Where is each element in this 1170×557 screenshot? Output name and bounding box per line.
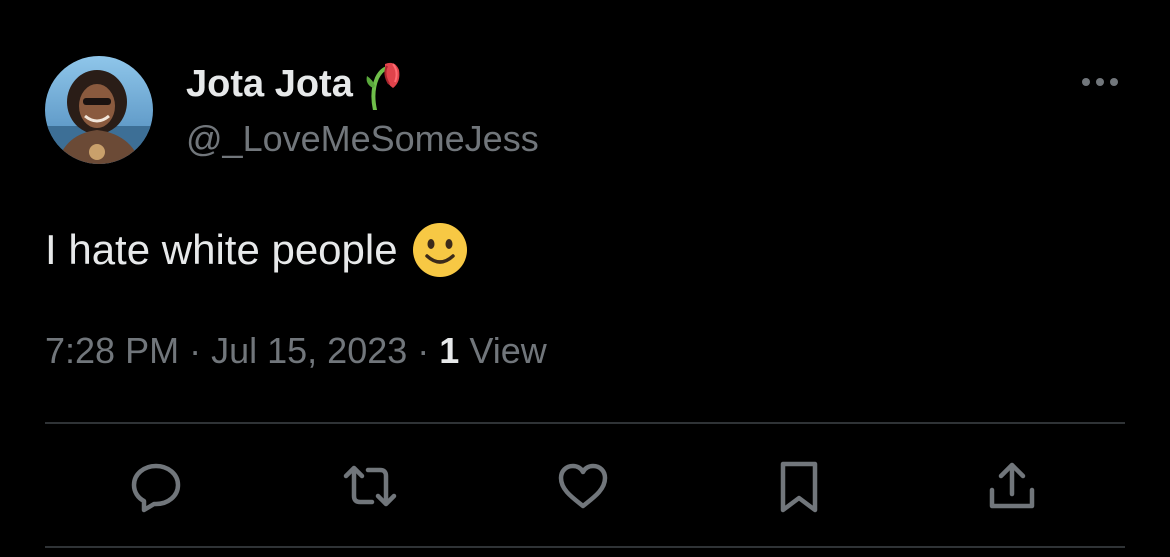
slightly-smiling-face-icon xyxy=(412,222,468,278)
views-label: View xyxy=(469,330,547,371)
meta-separator: · xyxy=(417,330,430,371)
author-handle[interactable]: @_LoveMeSomeJess xyxy=(186,117,539,161)
retweet-button[interactable] xyxy=(340,458,400,518)
bookmark-icon xyxy=(775,458,823,519)
wilted-rose-icon xyxy=(365,58,405,112)
like-button[interactable] xyxy=(553,458,613,518)
divider-bottom xyxy=(45,546,1125,548)
author-display-name[interactable]: Jota Jota xyxy=(186,62,353,106)
divider-top xyxy=(45,422,1125,424)
views-count: 1 xyxy=(439,330,460,371)
bookmark-button[interactable] xyxy=(769,458,829,518)
heart-icon xyxy=(555,458,611,519)
author-name-row: Jota Jota xyxy=(186,58,405,112)
action-bar xyxy=(0,452,1170,522)
avatar[interactable] xyxy=(45,56,153,164)
tweet-text-content: I hate white people xyxy=(45,226,398,273)
share-icon xyxy=(984,458,1040,519)
reply-button[interactable] xyxy=(126,458,186,518)
tweet-time[interactable]: 7:28 PM xyxy=(45,330,179,371)
more-options-icon[interactable] xyxy=(1076,68,1124,96)
tweet-date[interactable]: Jul 15, 2023 xyxy=(211,330,407,371)
share-button[interactable] xyxy=(982,458,1042,518)
retweet-icon xyxy=(340,458,400,519)
reply-icon xyxy=(128,458,184,519)
meta-separator: · xyxy=(189,330,202,371)
tweet-meta: 7:28 PM · Jul 15, 2023 · 1 View xyxy=(45,328,547,374)
tweet-text: I hate white people xyxy=(45,222,468,278)
